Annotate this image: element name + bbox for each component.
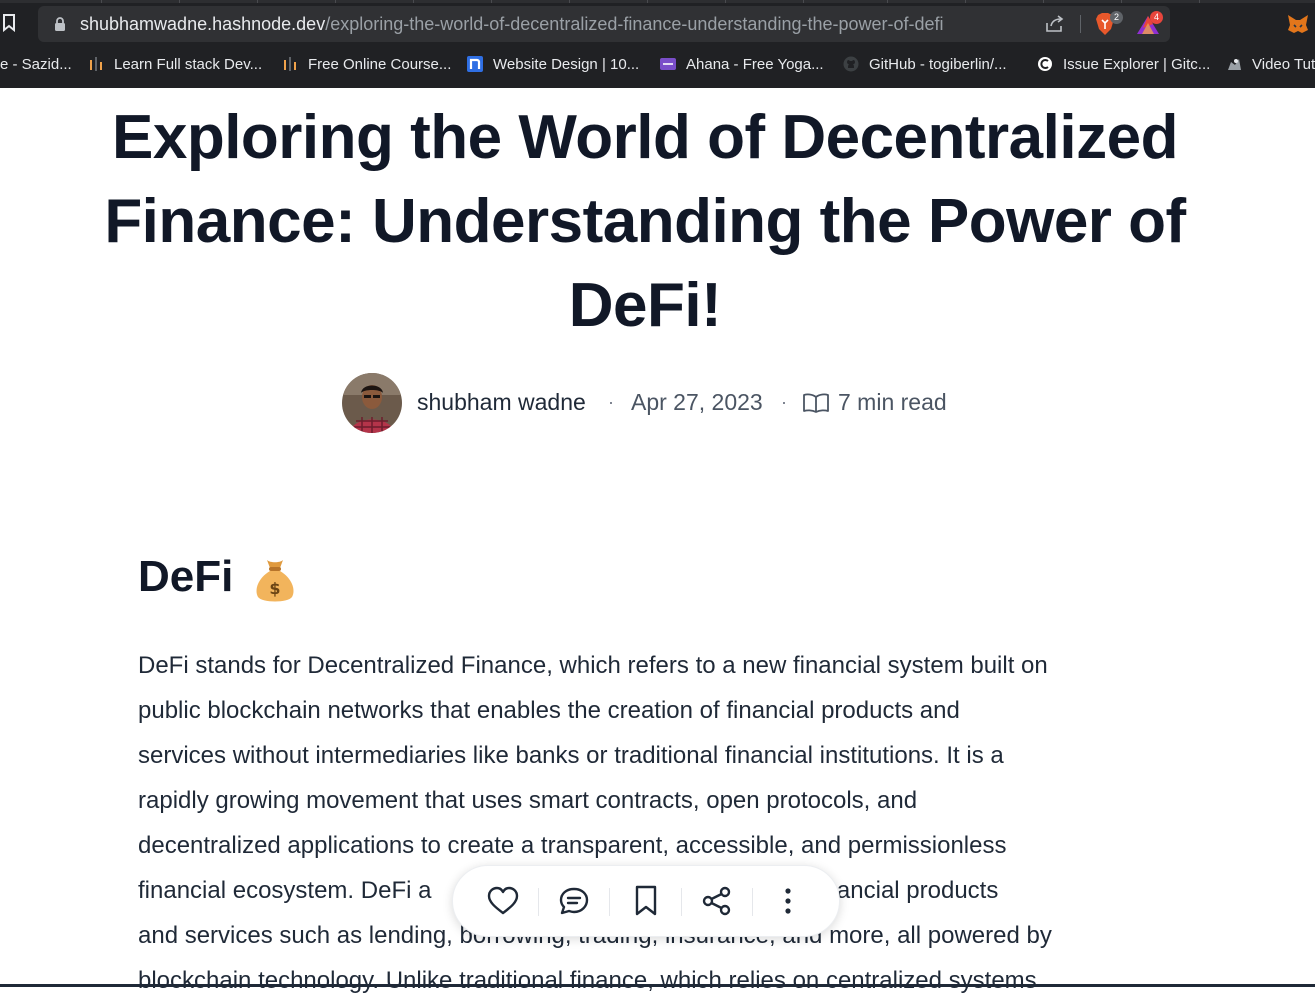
tab-strip bbox=[0, 0, 1315, 3]
bookmark-item[interactable]: Free Online Course... bbox=[282, 52, 451, 76]
bookmark-item[interactable]: e - Sazid... bbox=[0, 52, 72, 76]
bookmark-page-icon[interactable] bbox=[2, 14, 16, 32]
tab-separator bbox=[1043, 0, 1044, 3]
address-bar[interactable]: shubhamwadne.hashnode.dev/exploring-the-… bbox=[38, 6, 1170, 42]
tab-separator bbox=[887, 0, 888, 3]
address-bar-divider bbox=[1080, 15, 1081, 33]
lock-icon[interactable] bbox=[54, 16, 66, 32]
article-title-line: Finance: Understanding the Power of bbox=[104, 187, 1186, 256]
read-time: 7 min read bbox=[838, 389, 947, 415]
bookmark-icon bbox=[635, 885, 657, 916]
svg-text:$: $ bbox=[269, 579, 280, 598]
video-icon bbox=[1228, 59, 1241, 70]
paragraph-line: rapidly growing movement that uses smart… bbox=[138, 787, 918, 814]
tab-separator bbox=[1121, 0, 1122, 3]
tab-separator bbox=[101, 0, 102, 3]
meta-separator: · bbox=[781, 392, 787, 412]
url-domain: shubhamwadne.hashnode.dev bbox=[80, 14, 326, 34]
paragraph-line: services without intermediaries like ban… bbox=[138, 742, 1004, 769]
tab-separator bbox=[179, 0, 180, 3]
tab-separator bbox=[647, 0, 648, 3]
comment-icon bbox=[559, 887, 589, 915]
n-favicon-icon bbox=[467, 56, 483, 72]
bar-chart-favicon-icon bbox=[90, 57, 102, 71]
bookmark-item[interactable]: Ahana - Free Yoga... bbox=[660, 52, 824, 76]
tab-separator bbox=[803, 0, 804, 3]
article-title-line: DeFi! bbox=[568, 271, 722, 340]
publish-date: Apr 27, 2023 bbox=[631, 389, 763, 415]
browser-chrome: shubhamwadne.hashnode.dev/exploring-the-… bbox=[0, 0, 1315, 88]
article-title-line: Exploring the World of Decentralized bbox=[112, 103, 1178, 172]
action-separator bbox=[538, 888, 539, 916]
share-page-icon[interactable] bbox=[1044, 14, 1066, 34]
tab-separator bbox=[965, 0, 966, 3]
book-open-icon bbox=[803, 393, 829, 413]
like-button[interactable] bbox=[485, 883, 521, 919]
brave-rewards-count-badge: 4 bbox=[1150, 11, 1163, 24]
moneybag-icon: $ bbox=[256, 560, 294, 602]
bookmark-label: Learn Full stack Dev... bbox=[114, 55, 263, 73]
comment-button[interactable] bbox=[556, 883, 592, 919]
action-separator bbox=[609, 888, 610, 916]
floating-action-bar bbox=[452, 865, 840, 937]
action-separator bbox=[681, 888, 682, 916]
tab-separator bbox=[725, 0, 726, 3]
bookmark-item[interactable]: Website Design | 10... bbox=[467, 52, 639, 76]
bookmark-item[interactable]: GitHub - togiberlin/... bbox=[843, 52, 1007, 76]
author-avatar[interactable] bbox=[342, 373, 402, 433]
action-separator bbox=[752, 888, 753, 916]
bookmark-label: Issue Explorer | Gitc... bbox=[1063, 55, 1211, 73]
tab-separator bbox=[491, 0, 492, 3]
more-vertical-icon bbox=[785, 888, 791, 914]
metamask-fox-icon[interactable] bbox=[1286, 13, 1310, 35]
bookmark-label: GitHub - togiberlin/... bbox=[869, 55, 1007, 73]
share-button[interactable] bbox=[699, 883, 735, 919]
bookmark-label: Video Tut bbox=[1252, 55, 1315, 73]
more-button[interactable] bbox=[770, 883, 806, 919]
colorlib-favicon-icon bbox=[660, 58, 676, 70]
author-name[interactable]: shubham wadne bbox=[417, 389, 586, 416]
tab-separator bbox=[257, 0, 258, 3]
tab-separator bbox=[335, 0, 336, 3]
paragraph-line: public blockchain networks that enables … bbox=[138, 697, 960, 724]
bookmark-item[interactable]: Issue Explorer | Gitc... bbox=[1037, 52, 1210, 76]
url-text[interactable]: shubhamwadne.hashnode.dev/exploring-the-… bbox=[80, 14, 944, 35]
bar-chart-favicon-icon bbox=[284, 57, 296, 71]
tab-separator bbox=[413, 0, 414, 3]
meta-separator: · bbox=[608, 392, 614, 412]
bookmark-label: e - Sazid... bbox=[0, 55, 72, 73]
bookmark-label: Free Online Course... bbox=[308, 55, 452, 73]
section-heading: DeFi bbox=[138, 552, 234, 601]
paragraph-line: DeFi stands for Decentralized Finance, w… bbox=[138, 652, 1048, 679]
brave-shields-count-badge: 2 bbox=[1110, 11, 1123, 24]
article-title: Exploring the World of Decentralized Fin… bbox=[60, 96, 1230, 348]
bookmark-item[interactable]: Video Tut bbox=[1226, 52, 1315, 76]
gitcoin-icon bbox=[1038, 57, 1052, 71]
paragraph-line: blockchain technology. Unlike traditiona… bbox=[138, 967, 1037, 994]
bookmark-label: Ahana - Free Yoga... bbox=[686, 55, 824, 73]
github-icon bbox=[843, 56, 859, 72]
url-path: /exploring-the-world-of-decentralized-fi… bbox=[325, 14, 944, 34]
share-icon bbox=[702, 886, 731, 916]
heart-icon bbox=[487, 886, 519, 915]
tab-separator bbox=[1199, 0, 1200, 3]
bookmark-button[interactable] bbox=[628, 883, 664, 919]
tab-separator bbox=[569, 0, 570, 3]
paragraph-line: decentralized applications to create a t… bbox=[138, 832, 1007, 859]
bookmark-item[interactable]: Learn Full stack Dev... bbox=[88, 52, 262, 76]
avatar-image bbox=[342, 373, 402, 433]
bookmark-label: Website Design | 10... bbox=[493, 55, 640, 73]
article-paragraph: DeFi stands for Decentralized Finance, w… bbox=[138, 643, 1178, 1003]
